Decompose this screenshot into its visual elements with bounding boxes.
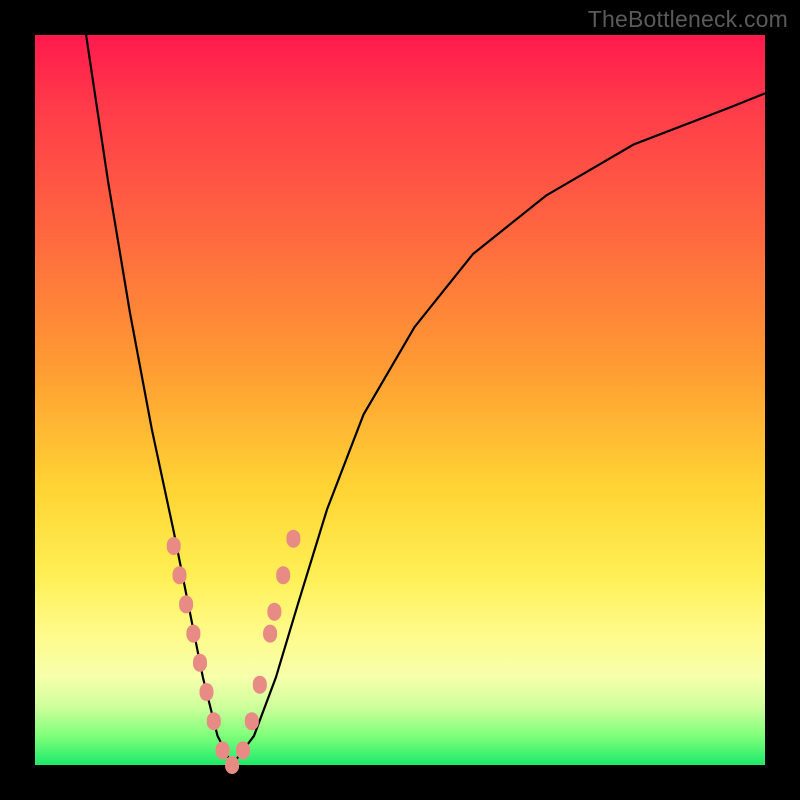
curve-marker <box>200 683 214 701</box>
curve-marker <box>173 566 187 584</box>
curve-marker <box>253 676 267 694</box>
curve-marker <box>207 712 221 730</box>
curve-marker <box>236 741 250 759</box>
curve-marker <box>276 566 290 584</box>
curve-marker <box>167 537 181 555</box>
marker-layer <box>167 530 301 774</box>
curve-layer <box>86 35 765 765</box>
curve-marker <box>179 595 193 613</box>
curve-marker <box>225 756 239 774</box>
curve-marker <box>245 712 259 730</box>
watermark-text: TheBottleneck.com <box>588 6 788 33</box>
plot-area <box>35 35 765 765</box>
curve-marker <box>286 530 300 548</box>
bottleneck-curve <box>86 35 765 765</box>
curve-svg <box>35 35 765 765</box>
chart-frame: TheBottleneck.com <box>0 0 800 800</box>
curve-marker <box>193 654 207 672</box>
curve-marker <box>186 625 200 643</box>
curve-marker <box>216 741 230 759</box>
curve-marker <box>267 603 281 621</box>
curve-marker <box>263 625 277 643</box>
